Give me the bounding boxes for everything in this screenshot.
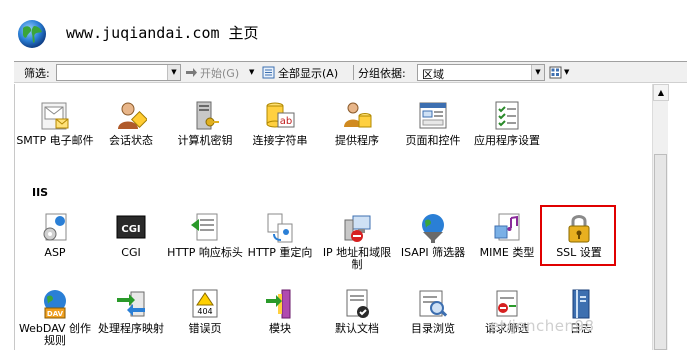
page-header: www.juqiandai.com 主页 <box>0 0 687 62</box>
feature-modules[interactable]: 模块 <box>241 288 319 335</box>
group-by-select[interactable]: 区域 ▼ <box>417 64 545 81</box>
start-label: 开始 <box>200 67 222 80</box>
feature-directory-browsing[interactable]: 目录浏览 <box>394 288 472 335</box>
scroll-thumb[interactable] <box>654 154 667 350</box>
page-title: www.juqiandai.com 主页 <box>66 24 259 42</box>
feature-connection-strings[interactable]: ab 连接字符串 <box>241 100 319 147</box>
feature-label: 提供程序 <box>335 134 379 147</box>
watermark-text: et/jonchen98 <box>490 317 595 335</box>
error-icon-text: 404 <box>197 307 212 316</box>
session-state-icon <box>118 102 147 129</box>
connection-icon-text: ab <box>280 116 292 127</box>
feature-error-pages[interactable]: 404 错误页 <box>166 288 244 335</box>
ip-restrictions-icon <box>344 215 371 242</box>
show-all-shortcut: (A) <box>322 67 339 80</box>
feature-label: HTTP 重定向 <box>247 246 313 259</box>
feature-label: HTTP 响应标头 <box>167 246 243 259</box>
directory-browsing-icon <box>419 290 448 317</box>
http-redirect-icon <box>267 213 293 243</box>
toolbar-divider <box>353 65 354 80</box>
show-all-button[interactable]: 全部显示(A) <box>278 65 338 81</box>
feature-label: WebDAV 创作规则 <box>18 322 92 347</box>
feature-http-headers[interactable]: HTTP 响应标头 <box>166 212 244 259</box>
handler-mappings-icon <box>117 291 145 317</box>
feature-ip-restrictions[interactable]: IP 地址和域限制 <box>318 212 396 271</box>
feature-mime-types[interactable]: MIME 类型 <box>468 212 546 259</box>
feature-label: 模块 <box>269 322 291 335</box>
feature-label: SMTP 电子邮件 <box>16 134 94 147</box>
isapi-filters-icon <box>422 214 444 243</box>
view-dropdown-icon[interactable]: ▼ <box>564 68 569 76</box>
feature-label: 默认文档 <box>335 322 379 335</box>
request-filtering-icon <box>496 290 518 317</box>
show-all-label: 全部显示 <box>278 67 322 80</box>
smtp-mail-icon <box>41 102 69 130</box>
go-icon[interactable] <box>185 66 198 79</box>
mime-types-icon <box>494 213 520 241</box>
app-settings-icon <box>495 101 519 130</box>
feature-asp[interactable]: ASP <box>16 212 94 259</box>
feature-label: MIME 类型 <box>479 246 535 259</box>
feature-app-settings[interactable]: 应用程序设置 <box>468 100 546 147</box>
feature-label: 计算机密钥 <box>177 134 233 147</box>
feature-webdav[interactable]: DAV WebDAV 创作规则 <box>16 288 94 347</box>
connection-strings-icon: ab <box>266 102 295 128</box>
globe-icon <box>18 20 46 48</box>
scroll-up-arrow-icon[interactable]: ▲ <box>653 84 669 101</box>
feature-label: 错误页 <box>188 322 222 335</box>
feature-label: CGI <box>121 246 141 259</box>
feature-machine-key[interactable]: 计算机密钥 <box>166 100 244 147</box>
chevron-down-icon[interactable]: ▼ <box>167 65 180 80</box>
feature-http-redirect[interactable]: HTTP 重定向 <box>241 212 319 259</box>
feature-label: 页面和控件 <box>405 134 461 147</box>
cgi-icon-text: CGI <box>121 224 140 235</box>
machine-key-icon <box>196 101 219 130</box>
chevron-down-icon[interactable]: ▼ <box>531 65 544 80</box>
feature-label: 会话状态 <box>109 134 153 147</box>
feature-label: 处理程序映射 <box>98 322 164 335</box>
modules-icon <box>266 289 291 319</box>
ssl-highlight-box <box>540 205 616 266</box>
feature-label: ISAPI 筛选器 <box>400 246 466 259</box>
start-button[interactable]: 开始(G) <box>200 65 239 81</box>
feature-label: 连接字符串 <box>252 134 308 147</box>
default-document-icon <box>346 289 369 318</box>
view-icon[interactable] <box>549 66 562 79</box>
feature-label: 应用程序设置 <box>474 134 540 147</box>
start-dropdown-icon[interactable]: ▼ <box>249 68 254 76</box>
feature-label: ASP <box>44 246 66 259</box>
feature-label: 目录浏览 <box>411 322 455 335</box>
cgi-icon: CGI <box>116 215 146 239</box>
logging-icon <box>572 289 590 319</box>
feature-session-state[interactable]: 会话状态 <box>92 100 170 147</box>
filter-input[interactable]: ▼ <box>56 64 181 81</box>
vertical-scrollbar[interactable]: ▲ <box>652 84 669 350</box>
group-by-label: 分组依据: <box>358 67 406 80</box>
feature-cgi[interactable]: CGI CGI <box>92 212 170 259</box>
feature-smtp[interactable]: SMTP 电子邮件 <box>16 100 94 147</box>
pages-controls-icon <box>419 102 447 129</box>
feature-pages-controls[interactable]: 页面和控件 <box>394 100 472 147</box>
feature-label: IP 地址和域限制 <box>322 246 392 271</box>
error-pages-icon: 404 <box>192 289 218 318</box>
filter-label: 筛选: <box>24 67 50 80</box>
section-title-iis: IIS <box>32 186 49 199</box>
feature-handler-mappings[interactable]: 处理程序映射 <box>92 288 170 335</box>
http-headers-icon <box>191 213 218 241</box>
group-by-value: 区域 <box>422 68 444 81</box>
show-all-icon <box>262 66 275 79</box>
asp-icon <box>43 213 67 241</box>
providers-icon <box>344 102 372 128</box>
feature-default-document[interactable]: 默认文档 <box>318 288 396 335</box>
feature-providers[interactable]: 提供程序 <box>318 100 396 147</box>
webdav-icon: DAV <box>44 290 66 319</box>
filter-toolbar: 筛选: ▼ 开始(G) ▼ 全部显示(A) 分组依据: 区域 ▼ ▼ <box>14 61 687 83</box>
start-shortcut: (G) <box>222 67 240 80</box>
webdav-icon-text: DAV <box>47 310 64 318</box>
feature-isapi-filters[interactable]: ISAPI 筛选器 <box>394 212 472 259</box>
